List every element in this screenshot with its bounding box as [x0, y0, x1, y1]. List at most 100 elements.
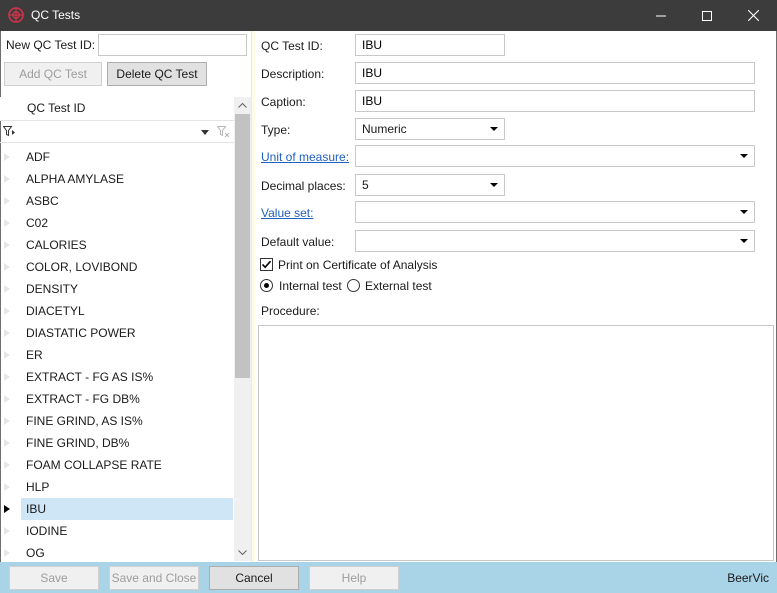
- type-select[interactable]: Numeric: [355, 118, 505, 140]
- add-qc-test-button[interactable]: Add QC Test: [4, 62, 102, 86]
- list-item[interactable]: CALORIES: [0, 234, 234, 256]
- external-test-radio[interactable]: [347, 279, 360, 292]
- row-indicator-icon: [4, 285, 10, 293]
- value-set-select[interactable]: [355, 201, 755, 223]
- list-item-label: IBU: [21, 498, 233, 520]
- radio-selected-icon: [264, 283, 269, 288]
- list-item[interactable]: FOAM COLLAPSE RATE: [0, 454, 234, 476]
- list-item-label: C02: [26, 216, 49, 230]
- value-set-link[interactable]: Value set:: [261, 206, 313, 220]
- list-item-label: EXTRACT - FG DB%: [26, 392, 140, 406]
- list-item-label: CALORIES: [26, 238, 87, 252]
- decimal-places-label: Decimal places:: [261, 179, 346, 193]
- type-label: Type:: [261, 123, 291, 137]
- row-indicator-icon: [4, 461, 10, 469]
- list-item[interactable]: OG: [0, 542, 234, 564]
- grid-header: QC Test ID: [0, 97, 234, 121]
- minimize-icon: [656, 15, 666, 16]
- qc-test-id-field[interactable]: [355, 34, 505, 56]
- description-label: Description:: [261, 67, 325, 81]
- decimal-places-value: 5: [362, 178, 369, 192]
- new-qc-test-id-input[interactable]: [98, 34, 247, 56]
- brand-label: BeerVic: [727, 571, 769, 585]
- list-item-label: IODINE: [26, 524, 68, 538]
- grid-filter-row: [0, 121, 234, 143]
- internal-test-label: Internal test: [279, 279, 342, 293]
- decimal-places-select[interactable]: 5: [355, 174, 505, 196]
- print-on-certificate-checkbox[interactable]: [260, 258, 273, 271]
- save-and-close-button[interactable]: Save and Close: [109, 566, 199, 590]
- print-on-certificate-label: Print on Certificate of Analysis: [278, 258, 438, 272]
- default-value-select[interactable]: [355, 230, 755, 252]
- filter-icon[interactable]: [3, 126, 15, 137]
- row-indicator-icon: [4, 527, 10, 535]
- row-indicator-icon: [4, 307, 10, 315]
- list-item-label: ALPHA AMYLASE: [26, 172, 125, 186]
- clear-filter-icon[interactable]: [217, 126, 230, 138]
- row-indicator-icon: [4, 175, 10, 183]
- list-item[interactable]: FINE GRIND, DB%: [0, 432, 234, 454]
- scroll-down-icon[interactable]: [238, 550, 247, 555]
- default-value-label: Default value:: [261, 235, 335, 249]
- scroll-thumb[interactable]: [235, 114, 250, 378]
- list-item[interactable]: IODINE: [0, 520, 234, 542]
- cancel-button[interactable]: Cancel: [209, 566, 299, 590]
- list-item[interactable]: ADF: [0, 146, 234, 168]
- chevron-down-icon: [740, 239, 748, 243]
- checkmark-icon: [261, 260, 272, 269]
- grid-scrollbar[interactable]: [234, 97, 251, 561]
- panel-splitter[interactable]: [251, 31, 255, 562]
- list-item-label: ADF: [26, 150, 50, 164]
- procedure-textarea[interactable]: [258, 325, 774, 561]
- row-indicator-icon: [4, 395, 10, 403]
- row-indicator-icon: [4, 373, 10, 381]
- list-item[interactable]: IBU: [0, 498, 234, 520]
- list-item[interactable]: EXTRACT - FG DB%: [0, 388, 234, 410]
- list-item[interactable]: FINE GRIND, AS IS%: [0, 410, 234, 432]
- column-header-qc-test-id[interactable]: QC Test ID: [27, 101, 85, 115]
- minimize-button[interactable]: [638, 0, 684, 31]
- row-indicator-icon: [4, 153, 10, 161]
- caption-field[interactable]: [355, 90, 755, 112]
- type-value: Numeric: [362, 122, 407, 136]
- maximize-icon: [702, 10, 712, 21]
- row-indicator-icon: [4, 417, 10, 425]
- list-item[interactable]: DIACETYL: [0, 300, 234, 322]
- beervic-logo-icon: [8, 7, 24, 23]
- close-icon: [747, 10, 759, 21]
- row-indicator-icon: [4, 505, 10, 513]
- list-item[interactable]: COLOR, LOVIBOND: [0, 256, 234, 278]
- chevron-down-icon: [740, 154, 748, 158]
- list-item[interactable]: ALPHA AMYLASE: [0, 168, 234, 190]
- qc-test-list: ADF ALPHA AMYLASE ASBC C02 CALORIES COLOR, LO…: [0, 146, 234, 564]
- list-item[interactable]: EXTRACT - FG AS IS%: [0, 366, 234, 388]
- list-item[interactable]: HLP: [0, 476, 234, 498]
- row-indicator-icon: [4, 549, 10, 557]
- row-indicator-icon: [4, 351, 10, 359]
- description-field[interactable]: [355, 62, 755, 84]
- row-indicator-icon: [4, 263, 10, 271]
- unit-of-measure-link[interactable]: Unit of measure:: [261, 150, 349, 164]
- unit-of-measure-select[interactable]: [355, 145, 755, 167]
- grid-filter-input[interactable]: [18, 123, 194, 141]
- delete-qc-test-button[interactable]: Delete QC Test: [107, 62, 207, 86]
- list-item-label: DIASTATIC POWER: [26, 326, 136, 340]
- list-item-label: DENSITY: [26, 282, 79, 296]
- list-item[interactable]: DENSITY: [0, 278, 234, 300]
- list-item[interactable]: ER: [0, 344, 234, 366]
- list-item[interactable]: DIASTATIC POWER: [0, 322, 234, 344]
- qc-test-id-label: QC Test ID:: [261, 39, 323, 53]
- help-button[interactable]: Help: [309, 566, 399, 590]
- list-item[interactable]: C02: [0, 212, 234, 234]
- list-item-label: ER: [26, 348, 43, 362]
- scroll-up-icon[interactable]: [238, 103, 247, 108]
- list-item[interactable]: ASBC: [0, 190, 234, 212]
- maximize-button[interactable]: [684, 0, 730, 31]
- filter-dropdown-icon[interactable]: [201, 130, 209, 135]
- internal-test-radio[interactable]: [260, 279, 273, 292]
- list-item-label: COLOR, LOVIBOND: [26, 260, 138, 274]
- chevron-down-icon: [740, 210, 748, 214]
- row-indicator-icon: [4, 439, 10, 447]
- close-button[interactable]: [730, 0, 776, 31]
- save-button[interactable]: Save: [9, 566, 99, 590]
